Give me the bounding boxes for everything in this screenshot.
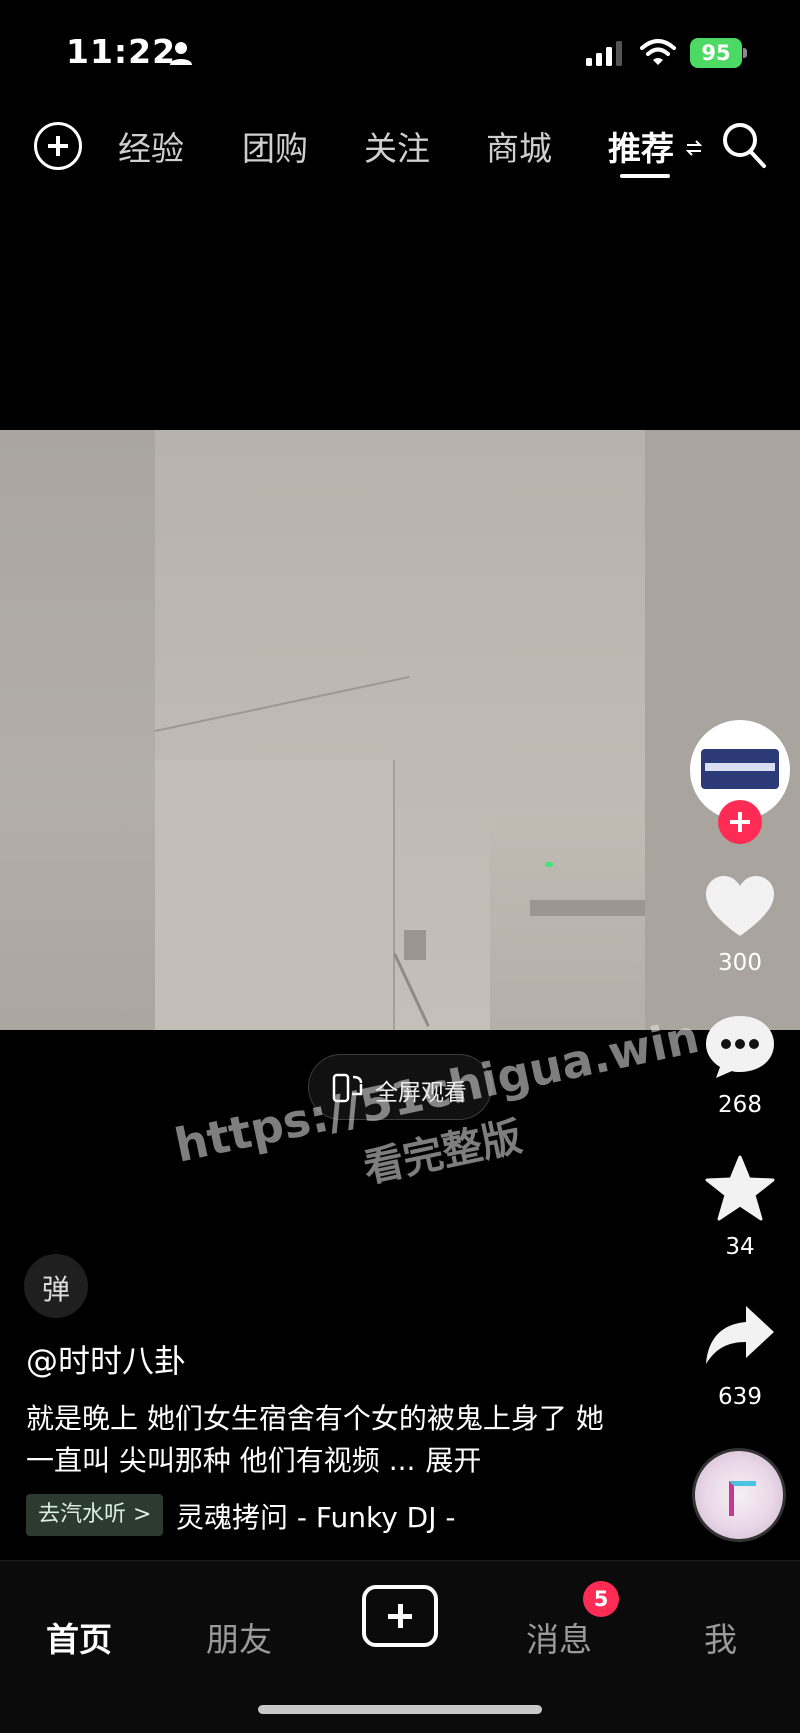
listen-in-qishui-button[interactable]: 去汽水听 > <box>26 1494 164 1536</box>
battery-cap <box>743 48 747 58</box>
video-scene-ac-light <box>545 862 553 867</box>
follow-plus-button[interactable] <box>718 800 762 844</box>
home-indicator[interactable] <box>258 1705 542 1714</box>
favorite-count: 34 <box>725 1234 755 1260</box>
tab-mall[interactable]: 商城 <box>486 122 552 170</box>
expand-link[interactable]: 展开 <box>425 1444 481 1477</box>
cellular-signal-icon <box>586 41 622 66</box>
create-post-button[interactable] <box>362 1585 438 1647</box>
share-count: 639 <box>718 1384 762 1410</box>
person-icon <box>170 42 192 65</box>
active-tab-underline <box>620 174 670 178</box>
tab-group-buy[interactable]: 团购 <box>242 122 308 170</box>
wifi-icon <box>640 39 676 65</box>
danmaku-toggle-button[interactable]: 弹 <box>24 1254 88 1318</box>
like-count: 300 <box>718 950 762 976</box>
watermark: https://51chigua.win 看完整版 <box>170 1009 704 1232</box>
music-title[interactable]: 灵魂拷问 - Funky DJ - <box>176 1496 455 1536</box>
top-navigation: 经验 团购 关注 商城 推荐 <box>0 110 800 180</box>
nav-messages[interactable]: 消息 <box>526 1613 592 1661</box>
nav-home[interactable]: 首页 <box>46 1613 112 1661</box>
switch-arrows-icon[interactable] <box>686 138 702 158</box>
author-name[interactable]: @时时八卦 <box>26 1336 186 1382</box>
comment-count: 268 <box>718 1092 762 1118</box>
share-arrow-icon[interactable] <box>702 1302 778 1372</box>
search-icon[interactable] <box>720 120 768 170</box>
bottom-navigation: 首页 朋友 消息 5 我 <box>0 1560 800 1733</box>
video-scene-switch <box>404 930 426 960</box>
nav-me[interactable]: 我 <box>704 1613 737 1661</box>
danmaku-label: 弹 <box>41 1273 70 1306</box>
post-description: 就是晚上 她们女生宿舍有个女的被鬼上身了 她一直叫 尖叫那种 他们有视频 ...… <box>26 1398 626 1482</box>
video-scene-air-conditioner <box>490 810 645 1030</box>
messages-badge: 5 <box>583 1581 619 1617</box>
heart-icon[interactable] <box>702 872 778 942</box>
battery-level: 95 <box>701 41 731 65</box>
status-bar: 11:22 95 <box>0 0 800 100</box>
add-plus-icon[interactable] <box>34 122 82 170</box>
battery-indicator: 95 <box>690 38 748 68</box>
comment-icon[interactable] <box>702 1012 778 1082</box>
tab-recommended[interactable]: 推荐 <box>608 122 674 170</box>
music-disc-icon[interactable] <box>692 1448 786 1542</box>
tab-experience[interactable]: 经验 <box>118 122 184 170</box>
video-player[interactable] <box>0 430 800 1030</box>
star-icon[interactable] <box>702 1154 778 1224</box>
video-scene-door <box>155 760 395 1030</box>
avatar-logo <box>701 749 779 789</box>
description-text: 就是晚上 她们女生宿舍有个女的被鬼上身了 她一直叫 尖叫那种 他们有视频 ... <box>26 1402 604 1477</box>
video-scene-wall-left <box>0 430 155 1030</box>
video-scene-ac-vent <box>530 900 645 916</box>
status-time: 11:22 <box>66 32 177 71</box>
nav-friends[interactable]: 朋友 <box>206 1613 272 1661</box>
tab-following[interactable]: 关注 <box>364 122 430 170</box>
